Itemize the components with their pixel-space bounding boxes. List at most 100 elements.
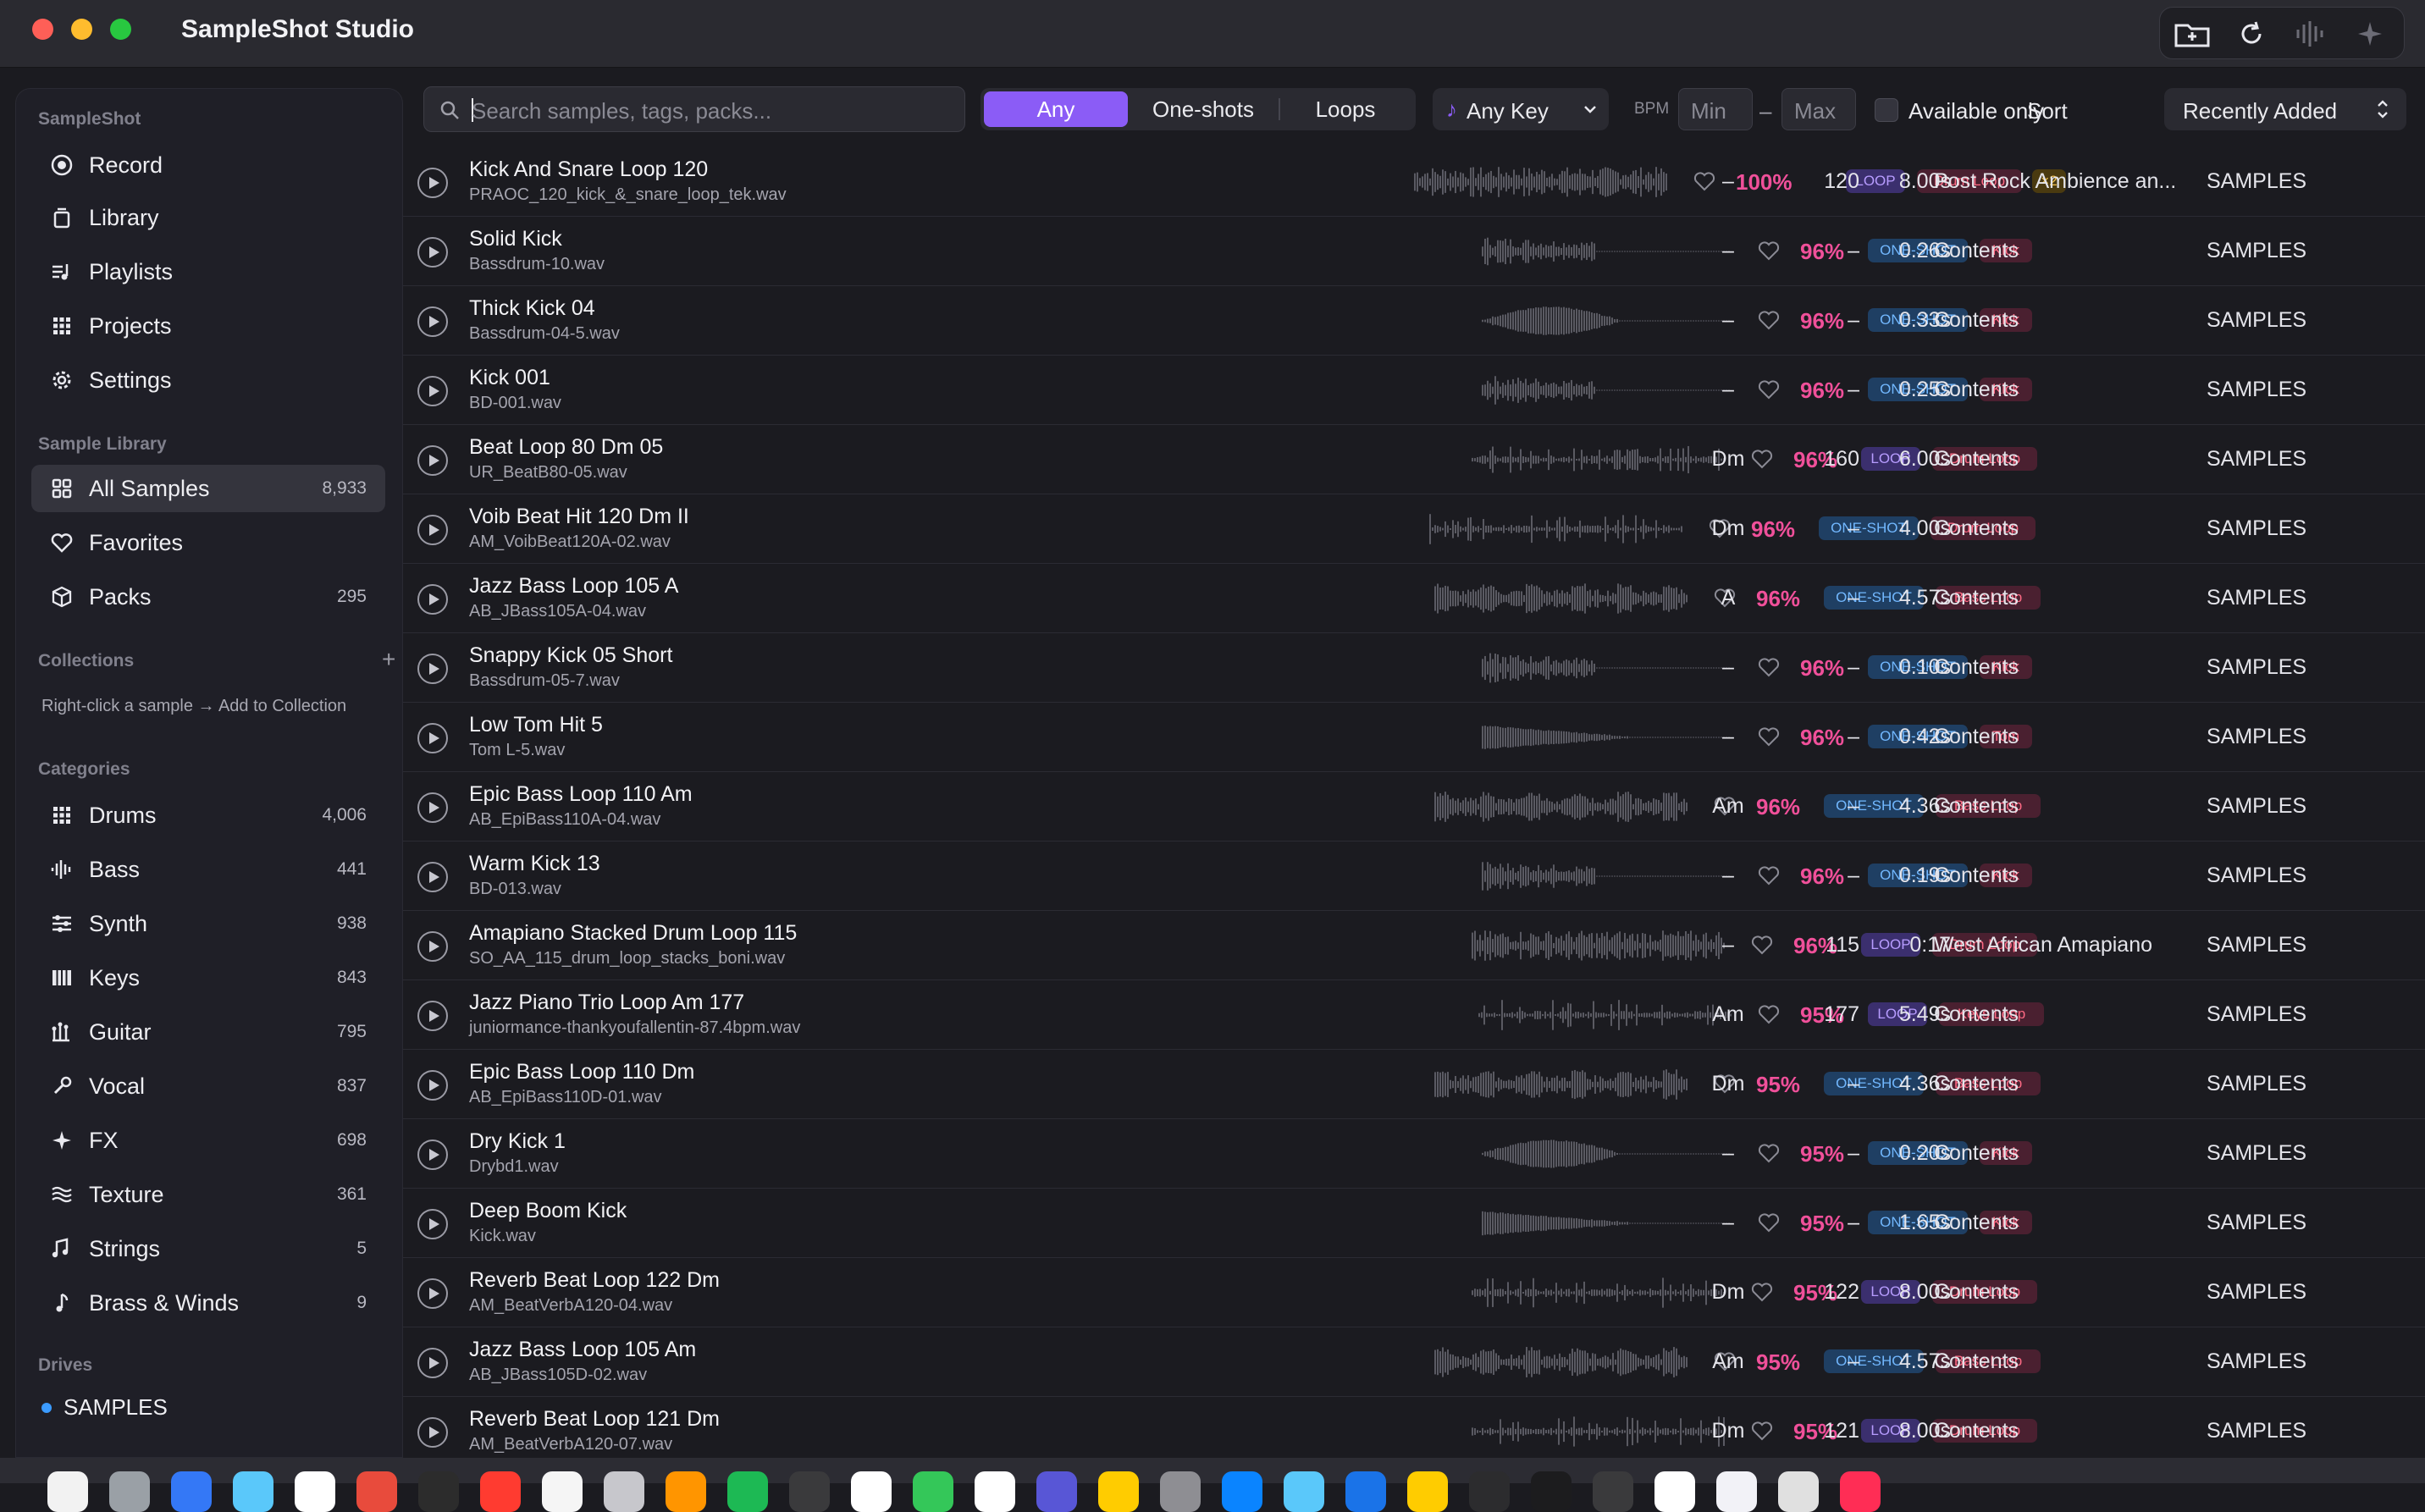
dock-app-icon[interactable] bbox=[975, 1471, 1015, 1512]
play-button[interactable] bbox=[417, 445, 448, 476]
sidebar-item-drive-samples[interactable]: SAMPLES bbox=[41, 1393, 380, 1423]
waveform[interactable] bbox=[1472, 1275, 1726, 1311]
sidebar-item-drums[interactable]: Drums 4,006 bbox=[31, 792, 385, 839]
play-button[interactable] bbox=[417, 168, 448, 198]
refresh-button[interactable] bbox=[2231, 14, 2272, 53]
table-row[interactable]: Beat Loop 80 Dm 05 UR_BeatB80-05.wav 96% LO… bbox=[403, 425, 2425, 494]
dock-app-icon[interactable] bbox=[295, 1471, 335, 1512]
bpm-min-input[interactable]: Min bbox=[1678, 88, 1753, 130]
dock-app-icon[interactable] bbox=[1222, 1471, 1262, 1512]
sidebar-item-packs[interactable]: Packs 295 bbox=[31, 573, 385, 621]
table-row[interactable]: Solid Kick Bassdrum-10.wav 96% ONE-SHOT Kick… bbox=[403, 217, 2425, 286]
dock-app-icon[interactable] bbox=[480, 1471, 521, 1512]
table-row[interactable]: Kick And Snare Loop 120 PRAOC_120_kick_&_… bbox=[403, 147, 2425, 217]
sidebar-item-playlists[interactable]: Playlists bbox=[31, 248, 385, 295]
close-window-button[interactable] bbox=[32, 19, 53, 40]
play-button[interactable] bbox=[417, 1140, 448, 1170]
dock-app-icon[interactable] bbox=[1407, 1471, 1448, 1512]
sidebar-item-texture[interactable]: Texture 361 bbox=[31, 1171, 385, 1218]
waveform[interactable] bbox=[1434, 789, 1688, 825]
waveform[interactable] bbox=[1482, 720, 1732, 755]
dock-app-icon[interactable] bbox=[356, 1471, 397, 1512]
sidebar-item-projects[interactable]: Projects bbox=[31, 302, 385, 350]
play-button[interactable] bbox=[417, 1001, 448, 1031]
analyze-button[interactable] bbox=[2290, 14, 2331, 53]
play-button[interactable] bbox=[417, 584, 448, 615]
waveform[interactable] bbox=[1482, 372, 1732, 408]
search-field[interactable]: Search samples, tags, packs... bbox=[423, 86, 965, 132]
waveform[interactable] bbox=[1472, 442, 1726, 477]
dock-app-icon[interactable] bbox=[171, 1471, 212, 1512]
dock-app-icon[interactable] bbox=[47, 1471, 88, 1512]
sidebar-item-synth[interactable]: Synth 938 bbox=[31, 900, 385, 947]
play-button[interactable] bbox=[417, 1417, 448, 1448]
play-button[interactable] bbox=[417, 931, 448, 962]
waveform[interactable] bbox=[1434, 1067, 1688, 1102]
dock-app-icon[interactable] bbox=[851, 1471, 892, 1512]
bpm-max-input[interactable]: Max bbox=[1781, 88, 1856, 130]
waveform[interactable] bbox=[1482, 234, 1732, 269]
key-filter-dropdown[interactable]: ♪ Any Key bbox=[1433, 88, 1609, 130]
table-row[interactable]: Jazz Bass Loop 105 Am AB_JBass105D-02.wav… bbox=[403, 1327, 2425, 1397]
table-row[interactable]: Epic Bass Loop 110 Am AB_EpiBass110A-04.w… bbox=[403, 772, 2425, 842]
type-filter-loops[interactable]: Loops bbox=[1282, 91, 1409, 127]
sidebar-item-keys[interactable]: Keys 843 bbox=[31, 954, 385, 1002]
play-button[interactable] bbox=[417, 306, 448, 337]
table-row[interactable]: Voib Beat Hit 120 Dm II AM_VoibBeat120A-0… bbox=[403, 494, 2425, 564]
sidebar-item-favorites[interactable]: Favorites bbox=[31, 519, 385, 566]
minimize-window-button[interactable] bbox=[71, 19, 92, 40]
table-row[interactable]: Dry Kick 1 Drybd1.wav 95% ONE-SHOT Kick – –0.2… bbox=[403, 1119, 2425, 1189]
type-filter-one-shots[interactable]: One-shots bbox=[1131, 91, 1275, 127]
dock-app-icon[interactable] bbox=[604, 1471, 644, 1512]
waveform[interactable] bbox=[1429, 511, 1683, 547]
table-row[interactable]: Epic Bass Loop 110 Dm AB_EpiBass110D-01.w… bbox=[403, 1050, 2425, 1119]
sidebar-item-settings[interactable]: Settings bbox=[31, 356, 385, 404]
waveform[interactable] bbox=[1472, 928, 1726, 963]
dock-app-icon[interactable] bbox=[1778, 1471, 1819, 1512]
dock-app-icon[interactable] bbox=[1098, 1471, 1139, 1512]
table-row[interactable]: Amapiano Stacked Drum Loop 115 SO_AA_115_… bbox=[403, 911, 2425, 980]
dock-app-icon[interactable] bbox=[1036, 1471, 1077, 1512]
add-collection-button[interactable]: + bbox=[382, 646, 395, 673]
table-row[interactable]: Warm Kick 13 BD-013.wav 96% ONE-SHOT Kick – –0… bbox=[403, 842, 2425, 911]
dock-app-icon[interactable] bbox=[1469, 1471, 1510, 1512]
play-button[interactable] bbox=[417, 1070, 448, 1101]
play-button[interactable] bbox=[417, 654, 448, 684]
play-button[interactable] bbox=[417, 792, 448, 823]
dock-app-icon[interactable] bbox=[1345, 1471, 1386, 1512]
waveform[interactable] bbox=[1434, 1344, 1688, 1380]
waveform[interactable] bbox=[1478, 997, 1732, 1033]
waveform[interactable] bbox=[1482, 303, 1732, 339]
sidebar-item-record[interactable]: Record bbox=[31, 141, 385, 189]
dock-app-icon[interactable] bbox=[418, 1471, 459, 1512]
import-folder-button[interactable] bbox=[2172, 14, 2212, 53]
waveform[interactable] bbox=[1482, 1136, 1732, 1172]
sidebar-item-library[interactable]: Library bbox=[31, 194, 385, 241]
zoom-window-button[interactable] bbox=[110, 19, 131, 40]
dock-app-icon[interactable] bbox=[542, 1471, 583, 1512]
sort-dropdown[interactable]: Recently Added bbox=[2164, 88, 2406, 130]
table-row[interactable]: Kick 001 BD-001.wav 96% ONE-SHOT Kick – –0.25s… bbox=[403, 356, 2425, 425]
waveform[interactable] bbox=[1482, 1206, 1732, 1241]
dock-app-icon[interactable] bbox=[1593, 1471, 1633, 1512]
dock-app-icon[interactable] bbox=[789, 1471, 830, 1512]
table-row[interactable]: Jazz Bass Loop 105 A AB_JBass105A-04.wav 9… bbox=[403, 564, 2425, 633]
dock-app-icon[interactable] bbox=[727, 1471, 768, 1512]
type-filter-any[interactable]: Any bbox=[984, 91, 1128, 127]
dock-app-icon[interactable] bbox=[109, 1471, 150, 1512]
sidebar-item-guitar[interactable]: Guitar 795 bbox=[31, 1008, 385, 1056]
dock-app-icon[interactable] bbox=[1716, 1471, 1757, 1512]
dock-app-icon[interactable] bbox=[1531, 1471, 1572, 1512]
sidebar-item-brass-winds[interactable]: Brass & Winds 9 bbox=[31, 1279, 385, 1327]
waveform[interactable] bbox=[1434, 581, 1688, 616]
table-row[interactable]: Jazz Piano Trio Loop Am 177 juniormance-t… bbox=[403, 980, 2425, 1050]
dock-app-icon[interactable] bbox=[233, 1471, 273, 1512]
play-button[interactable] bbox=[417, 515, 448, 545]
waveform[interactable] bbox=[1482, 858, 1732, 894]
sidebar-item-strings[interactable]: Strings 5 bbox=[31, 1225, 385, 1272]
table-row[interactable]: Reverb Beat Loop 122 Dm AM_BeatVerbA120-0… bbox=[403, 1258, 2425, 1327]
dock-app-icon[interactable] bbox=[666, 1471, 706, 1512]
table-row[interactable]: Reverb Beat Loop 121 Dm AM_BeatVerbA120-0… bbox=[403, 1397, 2425, 1466]
play-button[interactable] bbox=[417, 237, 448, 268]
play-button[interactable] bbox=[417, 1209, 448, 1239]
